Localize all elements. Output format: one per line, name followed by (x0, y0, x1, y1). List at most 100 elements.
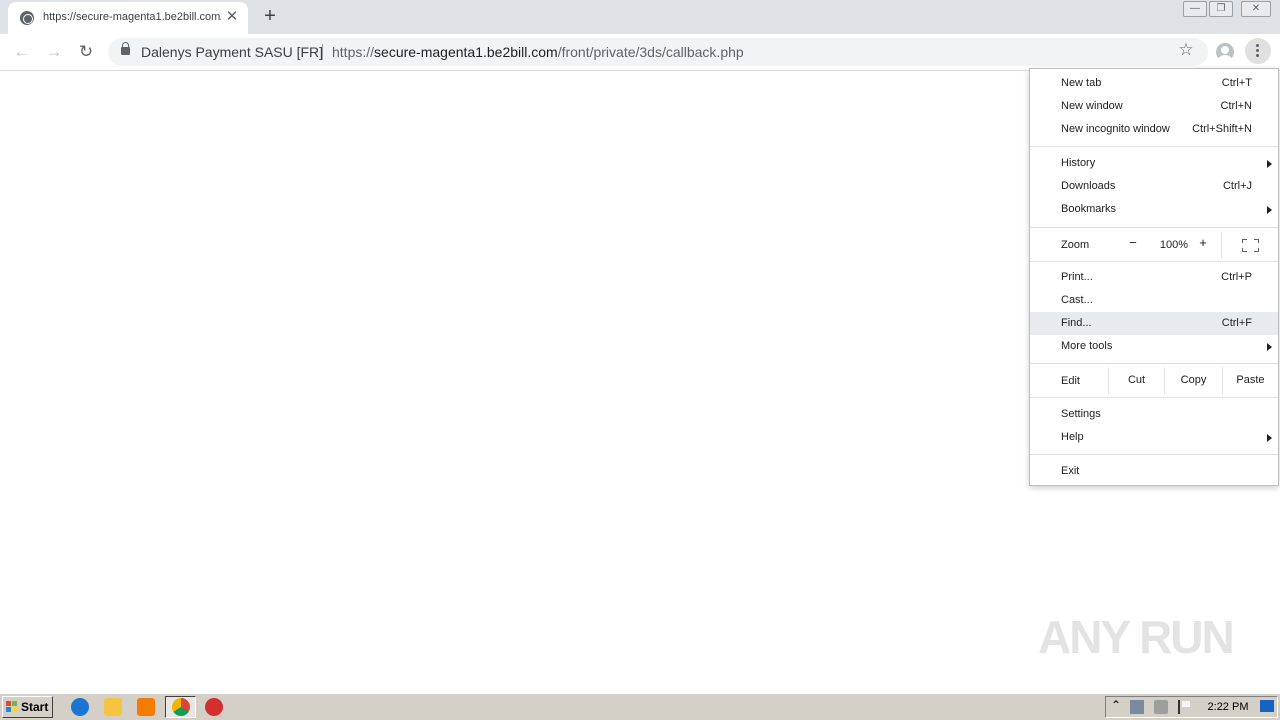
chrome-menu: New tab Ctrl+T New window Ctrl+N New inc… (1029, 68, 1279, 486)
menu-separator (1030, 261, 1278, 262)
menu-item-label: Settings (1061, 408, 1101, 420)
menu-item-new-tab[interactable]: New tab Ctrl+T (1030, 72, 1278, 95)
url-path: /front/private/3ds/callback.php (557, 44, 744, 60)
menu-dot (1256, 44, 1259, 47)
start-button[interactable]: Start (2, 696, 53, 718)
fullscreen-corner (1242, 239, 1247, 243)
taskbar-chrome-button[interactable] (165, 696, 196, 718)
stop-sign-icon[interactable] (205, 698, 223, 716)
menu-item-more-tools[interactable]: More tools (1030, 335, 1278, 358)
lock-icon[interactable] (121, 42, 130, 55)
internet-explorer-icon[interactable] (71, 698, 89, 716)
menu-item-label: New incognito window (1061, 123, 1170, 135)
network-icon[interactable] (1130, 700, 1144, 714)
zoom-divider (1221, 232, 1222, 258)
active-tab[interactable]: https://secure-magenta1.be2bill.com/fron… (8, 2, 248, 34)
menu-separator (1030, 146, 1278, 147)
action-center-flag-icon[interactable] (1178, 700, 1190, 714)
address-bar[interactable]: Dalenys Payment SASU [FR] https://secure… (108, 38, 1208, 66)
reload-button[interactable]: ↻ (73, 39, 99, 65)
url-host: secure-magenta1.be2bill.com (374, 44, 558, 60)
menu-item-shortcut: Ctrl+J (1222, 180, 1252, 192)
menu-item-label: History (1061, 157, 1096, 169)
media-player-icon[interactable] (137, 698, 155, 716)
profile-avatar-icon[interactable] (1216, 43, 1234, 61)
bookmark-star-icon[interactable]: ☆ (1176, 40, 1196, 60)
restore-window-button[interactable]: ❐ (1209, 1, 1233, 17)
fullscreen-corner (1242, 248, 1247, 252)
zoom-label: Zoom (1061, 239, 1090, 251)
menu-item-new-window[interactable]: New window Ctrl+N (1030, 95, 1278, 118)
close-window-button[interactable]: ✕ (1241, 1, 1271, 17)
forward-button[interactable]: → (41, 39, 67, 65)
zoom-row: Zoom − 100% + (1030, 232, 1278, 258)
start-label: Start (21, 700, 49, 714)
anyrun-watermark: ANY RUN (1038, 611, 1235, 663)
copy-button[interactable]: Copy (1164, 367, 1222, 394)
logo-quadrant (12, 707, 17, 712)
certificate-label[interactable]: Dalenys Payment SASU [FR] (141, 44, 323, 60)
menu-item-label: More tools (1061, 340, 1113, 352)
paste-button[interactable]: Paste (1222, 367, 1278, 394)
volume-icon[interactable] (1154, 700, 1168, 714)
menu-item-settings[interactable]: Settings (1030, 403, 1278, 426)
submenu-arrow-icon (1267, 206, 1272, 214)
menu-item-cast[interactable]: Cast... (1030, 289, 1278, 312)
logo-quadrant (6, 707, 11, 712)
windows-logo-icon (6, 701, 18, 713)
zoom-in-button[interactable]: + (1196, 235, 1210, 255)
menu-separator (1030, 454, 1278, 455)
menu-separator (1030, 363, 1278, 364)
close-tab-icon[interactable]: ✕ (224, 8, 240, 26)
menu-item-label: Cast... (1061, 294, 1093, 306)
menu-item-history[interactable]: History (1030, 152, 1278, 175)
chrome-menu-button[interactable] (1245, 38, 1271, 64)
menu-item-help[interactable]: Help (1030, 426, 1278, 449)
menu-item-print[interactable]: Print... Ctrl+P (1030, 266, 1278, 289)
menu-separator (1030, 227, 1278, 228)
show-desktop-icon[interactable] (1260, 700, 1274, 712)
menu-item-label: Bookmarks (1061, 203, 1117, 215)
menu-item-label: Find... (1061, 317, 1092, 329)
logo-quadrant (6, 701, 11, 706)
menu-item-label: New tab (1061, 77, 1102, 89)
logo-quadrant (12, 701, 17, 706)
zoom-level: 100% (1159, 239, 1189, 251)
menu-item-shortcut: Ctrl+N (1220, 100, 1252, 112)
new-tab-button[interactable]: + (260, 6, 280, 26)
submenu-arrow-icon (1267, 434, 1272, 442)
menu-dot (1256, 49, 1259, 52)
taskbar-clock[interactable]: 2:22 PM (1200, 701, 1256, 713)
tab-title: https://secure-magenta1.be2bill.com/fron… (43, 11, 221, 23)
menu-item-bookmarks[interactable]: Bookmarks (1030, 198, 1278, 221)
file-explorer-icon[interactable] (104, 698, 122, 716)
menu-item-downloads[interactable]: Downloads Ctrl+J (1030, 175, 1278, 198)
submenu-arrow-icon (1267, 160, 1272, 168)
edit-row: Edit Cut Copy Paste (1030, 367, 1278, 394)
browser-toolbar: ← → ↻ Dalenys Payment SASU [FR] https://… (0, 34, 1280, 71)
menu-item-new-incognito-window[interactable]: New incognito window Ctrl+Shift+N (1030, 118, 1278, 141)
tray-expand-icon[interactable]: ⌃ (1111, 698, 1121, 712)
globe-icon (20, 11, 34, 25)
back-button[interactable]: ← (9, 39, 35, 65)
menu-item-label: Exit (1061, 465, 1080, 477)
menu-item-label: Help (1061, 431, 1084, 443)
windows-taskbar: Start ⌃ 2:22 PM (0, 693, 1280, 720)
fullscreen-corner (1254, 239, 1259, 243)
url-scheme: https:// (332, 44, 375, 60)
tab-strip: https://secure-magenta1.be2bill.com/fron… (0, 0, 1280, 34)
minimize-window-button[interactable]: — (1183, 1, 1207, 17)
zoom-out-button[interactable]: − (1126, 235, 1140, 255)
menu-item-find[interactable]: Find... Ctrl+F (1030, 312, 1278, 335)
fullscreen-icon[interactable] (1242, 239, 1259, 252)
omnibox-divider (322, 44, 323, 60)
menu-item-exit[interactable]: Exit (1030, 460, 1278, 483)
menu-separator (1030, 397, 1278, 398)
edit-label: Edit (1061, 375, 1080, 387)
menu-item-label: Downloads (1061, 180, 1116, 192)
menu-item-shortcut: Ctrl+P (1221, 271, 1252, 283)
cut-button[interactable]: Cut (1108, 367, 1164, 394)
submenu-arrow-icon (1267, 343, 1272, 351)
url-text[interactable]: https://secure-magenta1.be2bill.com/fron… (332, 44, 744, 60)
chrome-icon (172, 698, 190, 716)
